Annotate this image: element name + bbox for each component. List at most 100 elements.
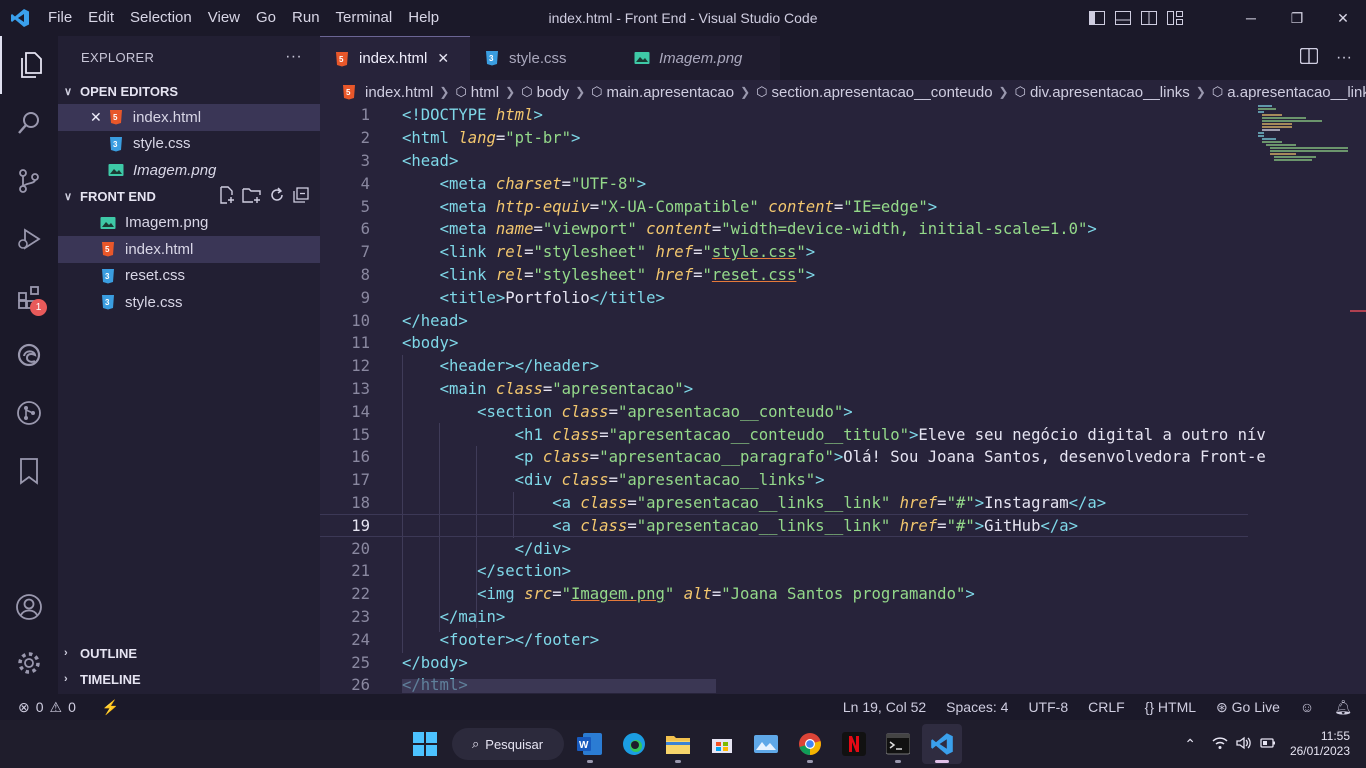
code-line[interactable]: 5 <meta http-equiv="X-UA-Compatible" con…: [320, 195, 1248, 218]
timeline-section[interactable]: › TIMELINE: [58, 666, 320, 692]
chrome-icon[interactable]: [790, 724, 830, 764]
live-share-icon[interactable]: ⚡: [102, 699, 119, 716]
minimap[interactable]: [1256, 104, 1352, 164]
menu-item-terminal[interactable]: Terminal: [328, 0, 401, 36]
file-item[interactable]: Imagem.png: [58, 210, 320, 237]
errors-icon[interactable]: ⊗: [18, 699, 30, 716]
split-editor-icon[interactable]: [1299, 47, 1319, 69]
code-line[interactable]: 13 <main class="apresentacao">: [320, 378, 1248, 401]
microsoft-store-icon[interactable]: [702, 724, 742, 764]
code-line[interactable]: 15 <h1 class="apresentacao__conteudo__ti…: [320, 423, 1266, 446]
code-editor[interactable]: 1 <!DOCTYPE html> 2 <html lang="pt-br"> 3 <he…: [320, 104, 1366, 694]
windows-start-icon[interactable]: [405, 724, 445, 764]
cursor-position[interactable]: Ln 19, Col 52: [843, 699, 926, 715]
menu-item-edit[interactable]: Edit: [80, 0, 122, 36]
code-line[interactable]: 6 <meta name="viewport" content="width=d…: [320, 218, 1248, 241]
breadcrumb-item[interactable]: div.apresentacao__links: [1030, 84, 1190, 101]
chevron-up-icon[interactable]: ⌃: [1184, 736, 1196, 753]
file-explorer-icon[interactable]: [658, 724, 698, 764]
indentation[interactable]: Spaces: 4: [946, 699, 1008, 715]
code-line[interactable]: 18 <a class="apresentacao__links__link" …: [320, 492, 1248, 515]
wifi-icon[interactable]: [1212, 736, 1228, 753]
tab-style-css[interactable]: 3 style.css: [470, 36, 620, 80]
code-line[interactable]: 23 </main>: [320, 606, 1248, 629]
run-debug-icon[interactable]: [0, 210, 58, 268]
code-line[interactable]: 10 </head>: [320, 309, 1248, 332]
settings-gear-icon[interactable]: [0, 634, 58, 692]
open-editors-section[interactable]: ∨ OPEN EDITORS: [58, 78, 320, 104]
word-icon[interactable]: W: [570, 724, 610, 764]
code-line[interactable]: 4 <meta charset="UTF-8">: [320, 172, 1248, 195]
bookmarks-icon[interactable]: [0, 442, 58, 500]
minimize-button[interactable]: ─: [1228, 0, 1274, 36]
tab-index-html[interactable]: 5 index.html ✕: [320, 36, 470, 80]
notifications-bell-icon[interactable]: 🔔︎: [1334, 699, 1352, 716]
warnings-count[interactable]: 0: [68, 699, 76, 715]
breadcrumb-item[interactable]: section.apresentacao__conteudo: [772, 84, 993, 101]
extensions-icon[interactable]: 1: [0, 268, 58, 326]
errors-count[interactable]: 0: [36, 699, 44, 715]
open-editor-item[interactable]: 3 style.css: [58, 131, 320, 158]
end-of-line[interactable]: CRLF: [1088, 699, 1125, 715]
git-graph-icon[interactable]: [0, 384, 58, 442]
warnings-icon[interactable]: ⚠: [50, 699, 63, 716]
code-line[interactable]: 8 <link rel="stylesheet" href="reset.css…: [320, 264, 1248, 287]
encoding[interactable]: UTF-8: [1028, 699, 1068, 715]
taskbar-search[interactable]: ⌕ Pesquisar: [452, 728, 564, 760]
code-line[interactable]: 7 <link rel="stylesheet" href="style.css…: [320, 241, 1248, 264]
toggle-secondary-sidebar-icon[interactable]: [1136, 0, 1162, 36]
open-editor-item[interactable]: Imagem.png: [58, 157, 320, 184]
code-line[interactable]: 24 <footer></footer>: [320, 628, 1248, 651]
outline-section[interactable]: › OUTLINE: [58, 640, 320, 666]
file-item[interactable]: 3 style.css: [58, 289, 320, 316]
tab-close-icon[interactable]: ✕: [437, 50, 449, 67]
code-line[interactable]: 19 <a class="apresentacao__links__link" …: [320, 514, 1248, 538]
restore-button[interactable]: ❐: [1274, 0, 1320, 36]
code-line[interactable]: 21 </section>: [320, 560, 1248, 583]
vscode-taskbar-icon[interactable]: [922, 724, 962, 764]
menu-item-file[interactable]: File: [40, 0, 80, 36]
code-line[interactable]: 3 <head>: [320, 150, 1248, 173]
code-line[interactable]: 16 <p class="apresentacao__paragrafo">Ol…: [320, 446, 1266, 469]
menu-item-view[interactable]: View: [200, 0, 248, 36]
code-line[interactable]: 11 <body>: [320, 332, 1248, 355]
accounts-icon[interactable]: [0, 578, 58, 636]
edge-icon[interactable]: [614, 724, 654, 764]
refresh-icon[interactable]: [268, 186, 286, 207]
code-line[interactable]: 22 <img src="Imagem.png" alt="Joana Sant…: [320, 583, 1248, 606]
code-line[interactable]: 9 <title>Portfolio</title>: [320, 286, 1248, 309]
explorer-more-actions-button[interactable]: ···: [285, 48, 302, 66]
explorer-icon[interactable]: [0, 36, 58, 94]
source-control-icon[interactable]: [0, 152, 58, 210]
breadcrumb-item[interactable]: body: [537, 84, 570, 101]
new-folder-icon[interactable]: [242, 186, 262, 207]
menu-item-help[interactable]: Help: [400, 0, 447, 36]
battery-icon[interactable]: [1260, 736, 1276, 753]
folder-section[interactable]: ∨ FRONT END: [58, 184, 320, 210]
toggle-primary-sidebar-icon[interactable]: [1084, 0, 1110, 36]
menu-item-go[interactable]: Go: [248, 0, 284, 36]
collapse-all-icon[interactable]: [292, 186, 310, 207]
code-line[interactable]: 17 <div class="apresentacao__links">: [320, 469, 1248, 492]
close-window-button[interactable]: ✕: [1320, 0, 1366, 36]
edge-devtools-icon[interactable]: [0, 326, 58, 384]
tab-imagem-png[interactable]: Imagem.png: [620, 36, 780, 80]
clock[interactable]: 11:55 26/01/2023: [1290, 729, 1350, 759]
new-file-icon[interactable]: [218, 186, 236, 207]
menu-item-selection[interactable]: Selection: [122, 0, 200, 36]
code-line[interactable]: 14 <section class="apresentacao__conteud…: [320, 400, 1248, 423]
netflix-icon[interactable]: [834, 724, 874, 764]
language-mode[interactable]: {} HTML: [1145, 699, 1196, 715]
menu-item-run[interactable]: Run: [284, 0, 328, 36]
toggle-panel-icon[interactable]: [1110, 0, 1136, 36]
search-icon[interactable]: [0, 94, 58, 152]
code-line[interactable]: 20 </div>: [320, 537, 1248, 560]
breadcrumb-item[interactable]: html: [471, 84, 499, 101]
volume-icon[interactable]: [1236, 736, 1252, 753]
code-line[interactable]: 12 <header></header>: [320, 355, 1248, 378]
more-actions-icon[interactable]: ···: [1336, 49, 1352, 67]
horizontal-scrollbar[interactable]: [402, 679, 716, 693]
code-line[interactable]: 2 <html lang="pt-br">: [320, 127, 1248, 150]
open-editor-item[interactable]: ✕ 5 index.html: [58, 104, 320, 131]
close-editor-icon[interactable]: ✕: [90, 109, 102, 126]
